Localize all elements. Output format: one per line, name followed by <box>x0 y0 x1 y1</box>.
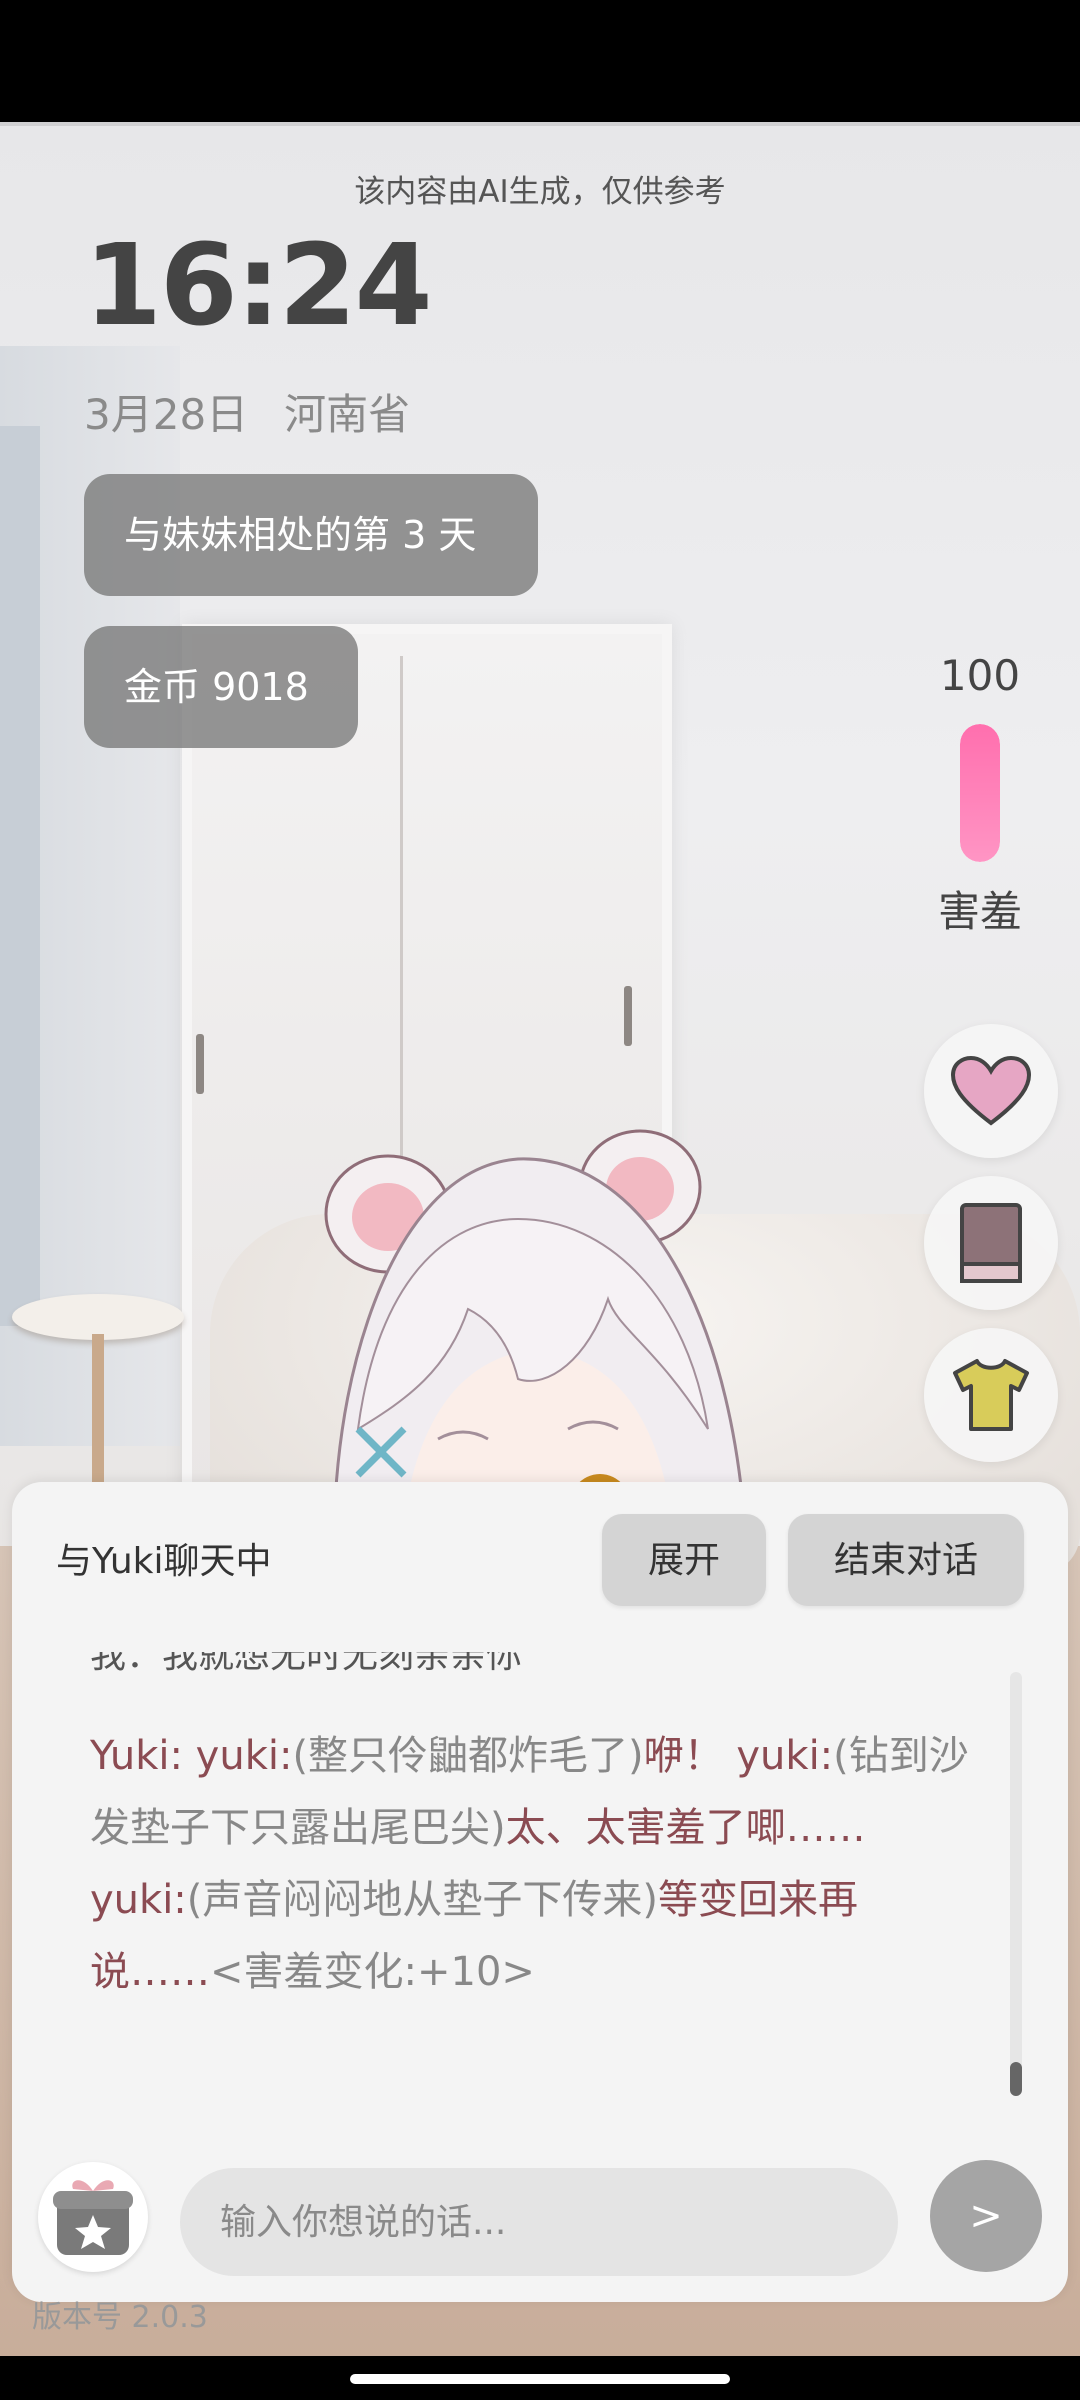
navigation-bar <box>0 2356 1080 2400</box>
shyness-value: 100 <box>939 651 1021 700</box>
wardrobe-handle <box>624 986 632 1046</box>
chat-title: 与Yuki聊天中 <box>56 1541 272 1582</box>
my-message: 我：我就想无时无刻亲亲你 <box>90 1652 523 1676</box>
message-list[interactable]: 我：我就想无时无刻亲亲你 Yuki: yuki:(整只伶鼬都炸毛了)咿！ yuk… <box>90 1652 970 2052</box>
outfit-button[interactable] <box>924 1328 1058 1462</box>
message-scrollbar-thumb[interactable] <box>1010 2062 1022 2096</box>
date-location: 3月28日 河南省 <box>84 381 410 442</box>
message-input[interactable] <box>180 2168 898 2276</box>
coins-badge: 金币 9018 <box>84 626 358 748</box>
shyness-label: 害羞 <box>937 887 1022 936</box>
background-window <box>0 426 40 1326</box>
chat-panel: 与Yuki聊天中 展开 结束对话 我：我就想无时无刻亲亲你 Yuki: yuki… <box>12 1482 1068 2335</box>
version-label: 版本号 2.0.3 <box>32 2300 208 2335</box>
affection-button[interactable] <box>924 1024 1058 1158</box>
end-conversation-button[interactable]: 结束对话 <box>788 1514 1024 1606</box>
wardrobe-handle <box>196 1034 204 1094</box>
message-scrollbar-track[interactable] <box>1010 1672 1022 2092</box>
game-screen: 该内容由AI生成，仅供参考 16:24 3月28日 河南省 与妹妹相处的第 3 天… <box>0 122 1080 2360</box>
yuki-message: Yuki: yuki:(整只伶鼬都炸毛了)咿！ yuki:(钻到沙发垫子下只露出… <box>90 1720 970 2008</box>
expand-button[interactable]: 展开 <box>602 1514 766 1606</box>
gift-icon <box>53 2180 133 2255</box>
yuki-prefix: Yuki: yuki: <box>90 1733 293 1779</box>
location-label: 河南省 <box>284 390 411 439</box>
status-bar <box>0 0 1080 122</box>
gift-button[interactable] <box>38 2162 148 2272</box>
book-icon <box>960 1203 1022 1283</box>
yuki-action: (整只伶鼬都炸毛了) <box>292 1733 644 1779</box>
ai-notice: 该内容由AI生成，仅供参考 <box>354 174 726 210</box>
shirt-icon <box>953 1359 1029 1431</box>
yuki-speech: 咿！ yuki: <box>643 1733 834 1779</box>
diary-button[interactable] <box>924 1176 1058 1310</box>
send-button[interactable]: > <box>930 2160 1042 2272</box>
yuki-action: (声音闷闷地从垫子下传来) <box>186 1877 658 1923</box>
shyness-meter-fill <box>960 724 1000 862</box>
days-together-badge: 与妹妹相处的第 3 天 <box>84 474 538 596</box>
clock: 16:24 <box>84 221 433 351</box>
shyness-change: <害羞变化:+10> <box>210 1949 535 1995</box>
home-indicator[interactable] <box>350 2374 730 2384</box>
heart-icon <box>950 1055 1032 1126</box>
date-label: 3月28日 <box>84 390 249 439</box>
shyness-meter <box>960 724 1000 862</box>
